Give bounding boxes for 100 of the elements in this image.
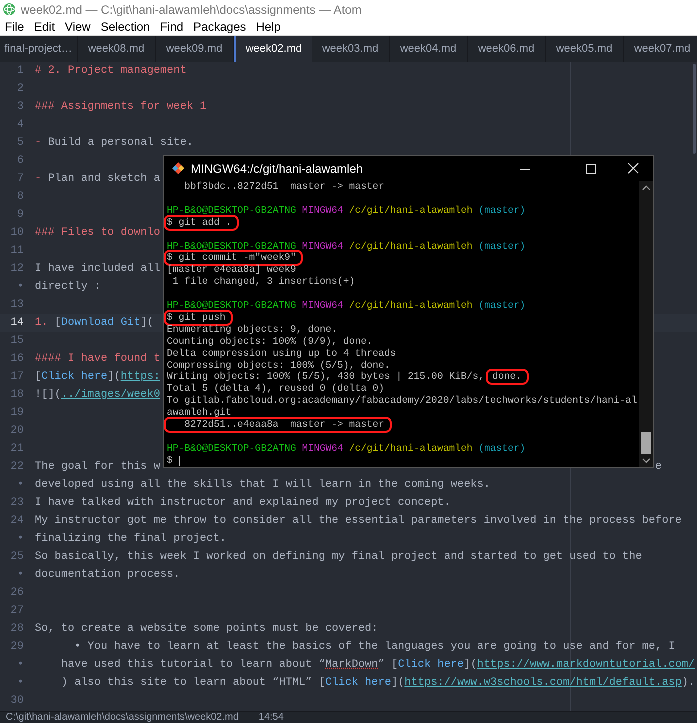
code-line: #### I have found t [35, 352, 160, 367]
line-number: 16 [10, 352, 24, 365]
line-number: 26 [10, 586, 24, 599]
menu-item[interactable]: View [61, 18, 95, 36]
highlighted-command: $ git commit -m"week9" [164, 250, 304, 266]
text-cursor [178, 456, 180, 466]
code-line: directly : [35, 280, 102, 295]
terminal-line: Counting objects: 100% (9/9), done. [167, 336, 373, 348]
terminal-line: bbf3bdc..8272d51 master -> master [184, 181, 385, 193]
scroll-down-icon[interactable] [642, 458, 650, 464]
line-number: 21 [10, 442, 24, 455]
line-number: 10 [10, 226, 24, 239]
tab[interactable]: week07.md [624, 36, 697, 62]
terminal-prompt: HP-B&O@DESKTOP-GB2ATNG MINGW64 /c/git/hani-alawamleh (master) [167, 442, 527, 455]
menu-item[interactable]: File [1, 18, 28, 36]
line-number: 29 [10, 640, 24, 653]
code-line: • You have to learn at least the basics of the languages you are going to use and for me, I [74, 640, 676, 655]
line-number: 30 [10, 694, 24, 707]
menu-item[interactable]: Edit [30, 18, 60, 36]
highlighted-command: $ git push [164, 310, 233, 326]
highlighted-command: $ git add . [164, 214, 239, 231]
wrap-marker: • [17, 280, 24, 293]
tab[interactable]: final-project… [0, 36, 78, 62]
line-number: 4 [17, 118, 24, 131]
line-number: 1 [17, 64, 24, 77]
menu-item[interactable]: Help [252, 18, 285, 36]
line-number: 6 [17, 154, 24, 167]
terminal-line: To gitlab.fabcloud.org:academany/fabacademy/2020/labs/techworks/students/hani-al [167, 395, 638, 408]
line-number: 28 [10, 622, 24, 635]
terminal-line: awamleh.git [167, 407, 232, 420]
line-number: 25 [10, 550, 24, 563]
terminal-prompt: HP-B&O@DESKTOP-GB2ATNG MINGW64 /c/git/hani-alawamleh (master) [167, 300, 527, 312]
terminal-line: Writing objects: 100% (5/5), 430 bytes | 215.00 KiB/s, [167, 371, 484, 384]
code-line: ) also this site to learn about “HTML” [Click here](https://www.w3schools.com/html/default.asp). [60, 676, 696, 691]
code-line: ### Assignments for week 1 [35, 100, 207, 115]
maximize-icon[interactable] [586, 164, 596, 174]
atom-logo-icon [3, 3, 16, 16]
menu-item[interactable]: Find [156, 18, 188, 36]
code-line: finalizing the final project. [35, 532, 226, 547]
close-icon[interactable] [628, 163, 639, 174]
line-number: 14 [10, 316, 24, 329]
line-number: 15 [10, 334, 24, 347]
line-number: 11 [10, 244, 24, 257]
line-number: 19 [10, 406, 24, 419]
line-number: 24 [10, 514, 24, 527]
line-number: 20 [10, 424, 24, 437]
code-line: # 2. Project management [35, 64, 187, 79]
code-text: e [655, 460, 662, 475]
tab[interactable]: week05.md [546, 36, 624, 62]
menu-item[interactable]: Packages [190, 18, 250, 36]
wrap-marker: • [17, 478, 24, 491]
code-line: ![](../images/week0 [35, 388, 160, 403]
line-number: 22 [10, 460, 24, 473]
terminal-title: MINGW64:/c/git/hani-alawamleh [191, 160, 364, 178]
code-line: I have talked with instructor and explained my project concept. [35, 496, 451, 511]
code-line: - Plan and sketch a [35, 172, 160, 187]
wrap-marker: • [17, 532, 24, 545]
wrap-marker: • [17, 568, 24, 581]
tab[interactable]: week02.md [234, 36, 312, 62]
line-number: 17 [10, 370, 24, 383]
terminal-line: Enumerating objects: 9, done. [167, 324, 338, 336]
line-number: 9 [17, 208, 24, 221]
code-line: The goal for this w [35, 460, 160, 475]
cursor-position[interactable]: 14:54 [258, 712, 284, 723]
line-number: 3 [17, 100, 24, 113]
menu-item[interactable]: Selection [96, 18, 154, 36]
code-line: So basically, this week I worked on defining my final project and started to get used to the [35, 550, 642, 565]
tab[interactable]: week03.md [312, 36, 390, 62]
code-line: So, to create a website some points must be covered: [35, 622, 378, 637]
terminal-prompt: HP-B&O@DESKTOP-GB2ATNG MINGW64 /c/git/hani-alawamleh (master) [167, 240, 527, 252]
code-line: documentation process. [35, 568, 180, 583]
line-number: 7 [17, 172, 24, 185]
code-line: - Build a personal site. [35, 136, 194, 151]
code-line: ### Files to downlo [35, 226, 160, 241]
highlighted-text: done. [486, 369, 529, 386]
terminal-line: Delta compression using up to 4 threads [167, 348, 396, 360]
line-number: 27 [10, 604, 24, 617]
scrollbar-thumb[interactable] [693, 64, 696, 154]
code-line: developed using all the skills that I will learn in the coming weeks. [35, 478, 490, 493]
terminal-prompt: HP-B&O@DESKTOP-GB2ATNG MINGW64 /c/git/hani-alawamleh (master) [167, 204, 527, 217]
wrap-marker: • [17, 658, 24, 671]
line-number: 18 [10, 388, 24, 401]
file-path[interactable]: C:\git\hani-alawamleh\docs\assignments\week02.md [6, 712, 239, 723]
line-number: 2 [17, 82, 24, 95]
window-title: week02.md — C:\git\hani-alawamleh\docs\assignments — Atom [21, 2, 362, 18]
line-number: 12 [10, 262, 24, 275]
diamond-logo-icon [172, 162, 185, 175]
scroll-up-icon[interactable] [642, 185, 650, 191]
wrap-marker: • [17, 676, 24, 689]
code-line: I have included all [35, 262, 160, 277]
tab[interactable]: week06.md [468, 36, 546, 62]
code-line: My instructor got me throw to consider all the essential parameters involved in the process before [35, 514, 682, 529]
terminal-line: Compressing objects: 100% (5/5), done. [167, 360, 390, 372]
scrollbar-thumb[interactable] [641, 432, 651, 454]
code-line: [Click here](https: [35, 370, 160, 385]
code-line: have used this tutorial to learn about “MarkDown” [Click here](https://www.markdowntutorial.com/ [60, 658, 696, 673]
terminal-line: Total 5 (delta 4), reused 0 (delta 0) [167, 383, 385, 396]
tab[interactable]: week04.md [390, 36, 468, 62]
tab[interactable]: week08.md [78, 36, 156, 62]
terminal-line: [master e4eaa8a] week9 [167, 264, 296, 276]
